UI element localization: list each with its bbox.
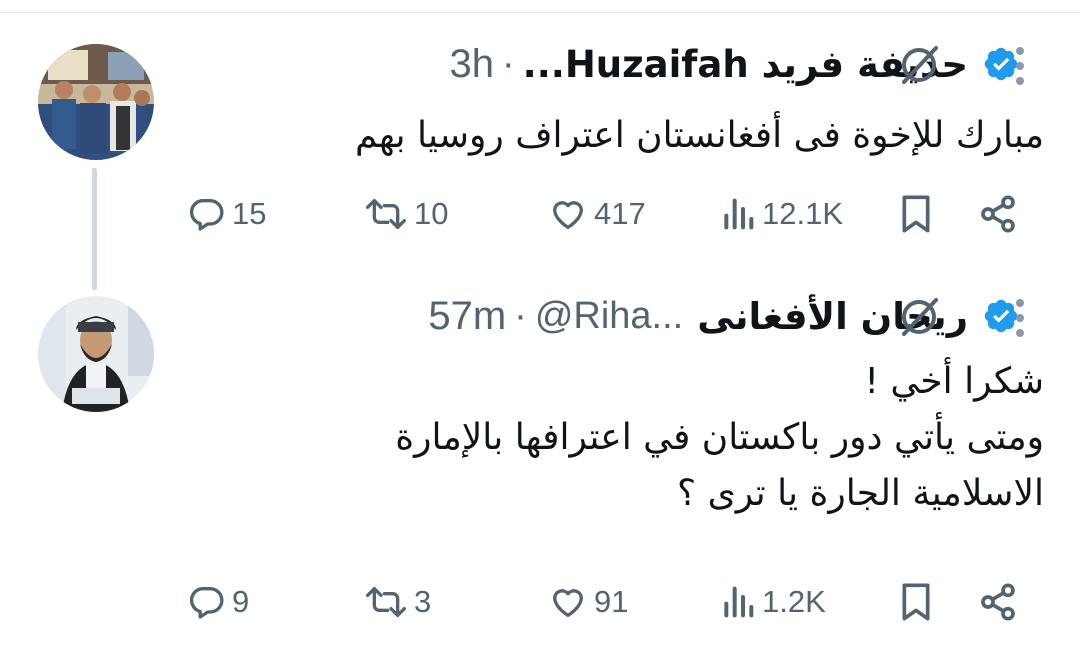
bookmark-icon [898, 582, 934, 622]
share-button[interactable] [978, 572, 1018, 632]
share-icon [978, 194, 1018, 234]
repost-count: 3 [414, 584, 432, 619]
like-count: 91 [594, 584, 629, 619]
like-count: 417 [594, 196, 646, 231]
share-button[interactable] [978, 184, 1018, 244]
more-icon[interactable] [1014, 298, 1026, 338]
reply-count: 15 [232, 196, 267, 231]
repost-count: 10 [414, 196, 449, 231]
views-count: 1.2K [762, 584, 826, 619]
separator-dot: · [501, 42, 515, 85]
bookmark-button[interactable] [898, 572, 934, 632]
more-icon[interactable] [1014, 46, 1026, 86]
reply-button[interactable]: 15 [186, 184, 266, 244]
thread-connector-line [92, 168, 97, 290]
tweet-text: مبارك للإخوة فى أفغانستان اعتراف روسيا ب… [355, 108, 1044, 164]
views-count: 12.1K [762, 196, 844, 231]
action-bar: 9 3 91 1.2K [186, 572, 1026, 632]
grok-icon[interactable] [894, 40, 944, 90]
reply-icon [186, 194, 226, 234]
action-bar: 15 10 417 12.1K [186, 184, 1026, 244]
reply-button[interactable]: 9 [186, 572, 249, 632]
avatar[interactable] [38, 296, 154, 412]
timestamp[interactable]: 57m [428, 294, 506, 339]
top-divider [0, 12, 1080, 13]
views-icon [720, 194, 756, 234]
bookmark-icon [898, 194, 934, 234]
tweet-text-line: الاسلامية الجارة يا ترى ؟ [677, 473, 1044, 514]
like-button[interactable]: 91 [548, 572, 628, 632]
reply-count: 9 [232, 584, 250, 619]
repost-button[interactable]: 3 [364, 572, 431, 632]
repost-icon [364, 194, 408, 234]
grok-icon[interactable] [894, 292, 944, 342]
views-button[interactable]: 12.1K [720, 184, 843, 244]
timestamp[interactable]: 3h [449, 42, 494, 87]
tweet-text-line: مبارك للإخوة فى أفغانستان اعتراف روسيا ب… [354, 115, 1044, 156]
tweet-text: شكرا أخي ! ومتى يأتي دور باكستان في اعتر… [395, 354, 1044, 522]
like-button[interactable]: 417 [548, 184, 646, 244]
bookmark-button[interactable] [898, 184, 934, 244]
views-button[interactable]: 1.2K [720, 572, 826, 632]
share-icon [978, 582, 1018, 622]
views-icon [720, 582, 756, 622]
repost-icon [364, 582, 408, 622]
repost-button[interactable]: 10 [364, 184, 448, 244]
separator-dot: · [514, 294, 527, 337]
reply-icon [186, 582, 226, 622]
like-icon [548, 194, 588, 234]
like-icon [548, 582, 588, 622]
avatar[interactable] [38, 44, 154, 160]
handle[interactable]: @Riha... [535, 295, 683, 338]
tweet-text-line: ومتى يأتي دور باكستان في اعترافها بالإما… [395, 417, 1044, 458]
tweet-text-line: شكرا أخي ! [864, 361, 1045, 402]
